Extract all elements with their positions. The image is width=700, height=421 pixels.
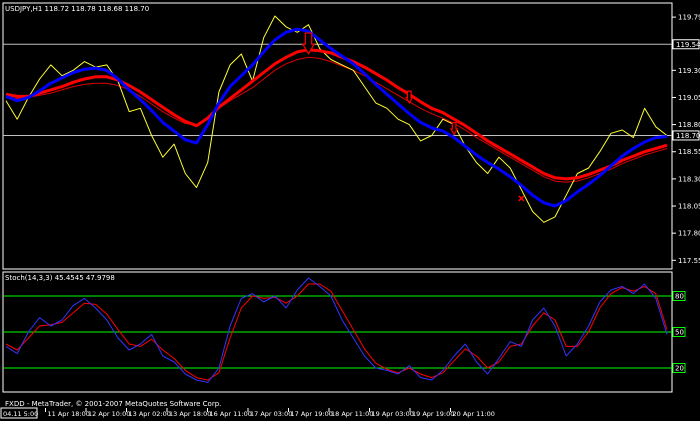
time-tick-label: 17 Apr 03:00 bbox=[250, 410, 292, 418]
time-tick-label: 17 Apr 19:00 bbox=[291, 410, 333, 418]
price-tick-label: 119.30 bbox=[678, 67, 700, 75]
down-arrow-icon bbox=[449, 122, 459, 136]
price-tick-label: 119.05 bbox=[678, 94, 700, 102]
metatrader-chart-window: 119.79 119.54 119.30 119.05 118.80 118.55 118.… bbox=[0, 0, 700, 421]
time-axis: 04.11 5:00 11 Apr 18:0012 Apr 10:0013 Apr… bbox=[0, 407, 495, 419]
time-tick-label: 13 Apr 02:00 bbox=[129, 410, 171, 418]
price-tick-label: 118.55 bbox=[678, 148, 700, 156]
stoch-series-layer bbox=[5, 277, 668, 383]
stoch-main-line bbox=[5, 277, 668, 383]
price-tick-label: 118.80 bbox=[678, 121, 700, 129]
stoch-level-label: 20 bbox=[675, 365, 684, 373]
time-tick-label: 04.11 5:00 bbox=[3, 410, 38, 418]
time-tick-label: 13 Apr 18:00 bbox=[169, 410, 211, 418]
symbol-header: USDJPY,H1 118.72 118.78 118.68 118.70 bbox=[5, 5, 149, 13]
price-tick-label: 117.80 bbox=[678, 230, 700, 238]
time-tick-label: 12 Apr 10:00 bbox=[88, 410, 130, 418]
copyright-footer: FXDD - MetaTrader, © 2001-2007 MetaQuote… bbox=[5, 400, 221, 408]
chart-canvas[interactable]: 119.79 119.54 119.30 119.05 118.80 118.55 118.… bbox=[0, 0, 700, 421]
time-tick-label: 16 Apr 11:00 bbox=[210, 410, 252, 418]
time-tick-label: 19 Apr 19:00 bbox=[412, 410, 454, 418]
stoch-level-lines bbox=[3, 295, 672, 369]
time-tick-label: 20 Apr 11:00 bbox=[453, 410, 495, 418]
price-gridlines bbox=[3, 43, 672, 136]
price-line bbox=[5, 15, 668, 223]
stoch-axis: 80 50 20 bbox=[672, 291, 686, 373]
price-level-label: 118.70 bbox=[676, 132, 700, 140]
price-tick-label: 117.55 bbox=[678, 257, 700, 265]
price-frame bbox=[2, 2, 673, 270]
stoch-header: Stoch(14,3,3) 45.4545 47.9798 bbox=[5, 274, 115, 282]
price-tick-label: 118.30 bbox=[678, 175, 700, 183]
time-tick-label: 19 Apr 03:00 bbox=[372, 410, 414, 418]
price-level-label: 119.54 bbox=[676, 41, 700, 49]
price-tick-label: 118.05 bbox=[678, 203, 700, 211]
stoch-level-label: 50 bbox=[675, 329, 684, 337]
price-axis: 119.79 119.54 119.30 119.05 118.80 118.55 118.… bbox=[672, 14, 700, 265]
time-tick-label: 18 Apr 11:00 bbox=[331, 410, 373, 418]
stoch-level-label: 80 bbox=[675, 293, 684, 301]
cross-icon bbox=[518, 195, 525, 202]
time-tick-label: 11 Apr 18:00 bbox=[48, 410, 90, 418]
price-series-layer bbox=[5, 15, 668, 223]
price-tick-label: 119.79 bbox=[678, 14, 700, 22]
